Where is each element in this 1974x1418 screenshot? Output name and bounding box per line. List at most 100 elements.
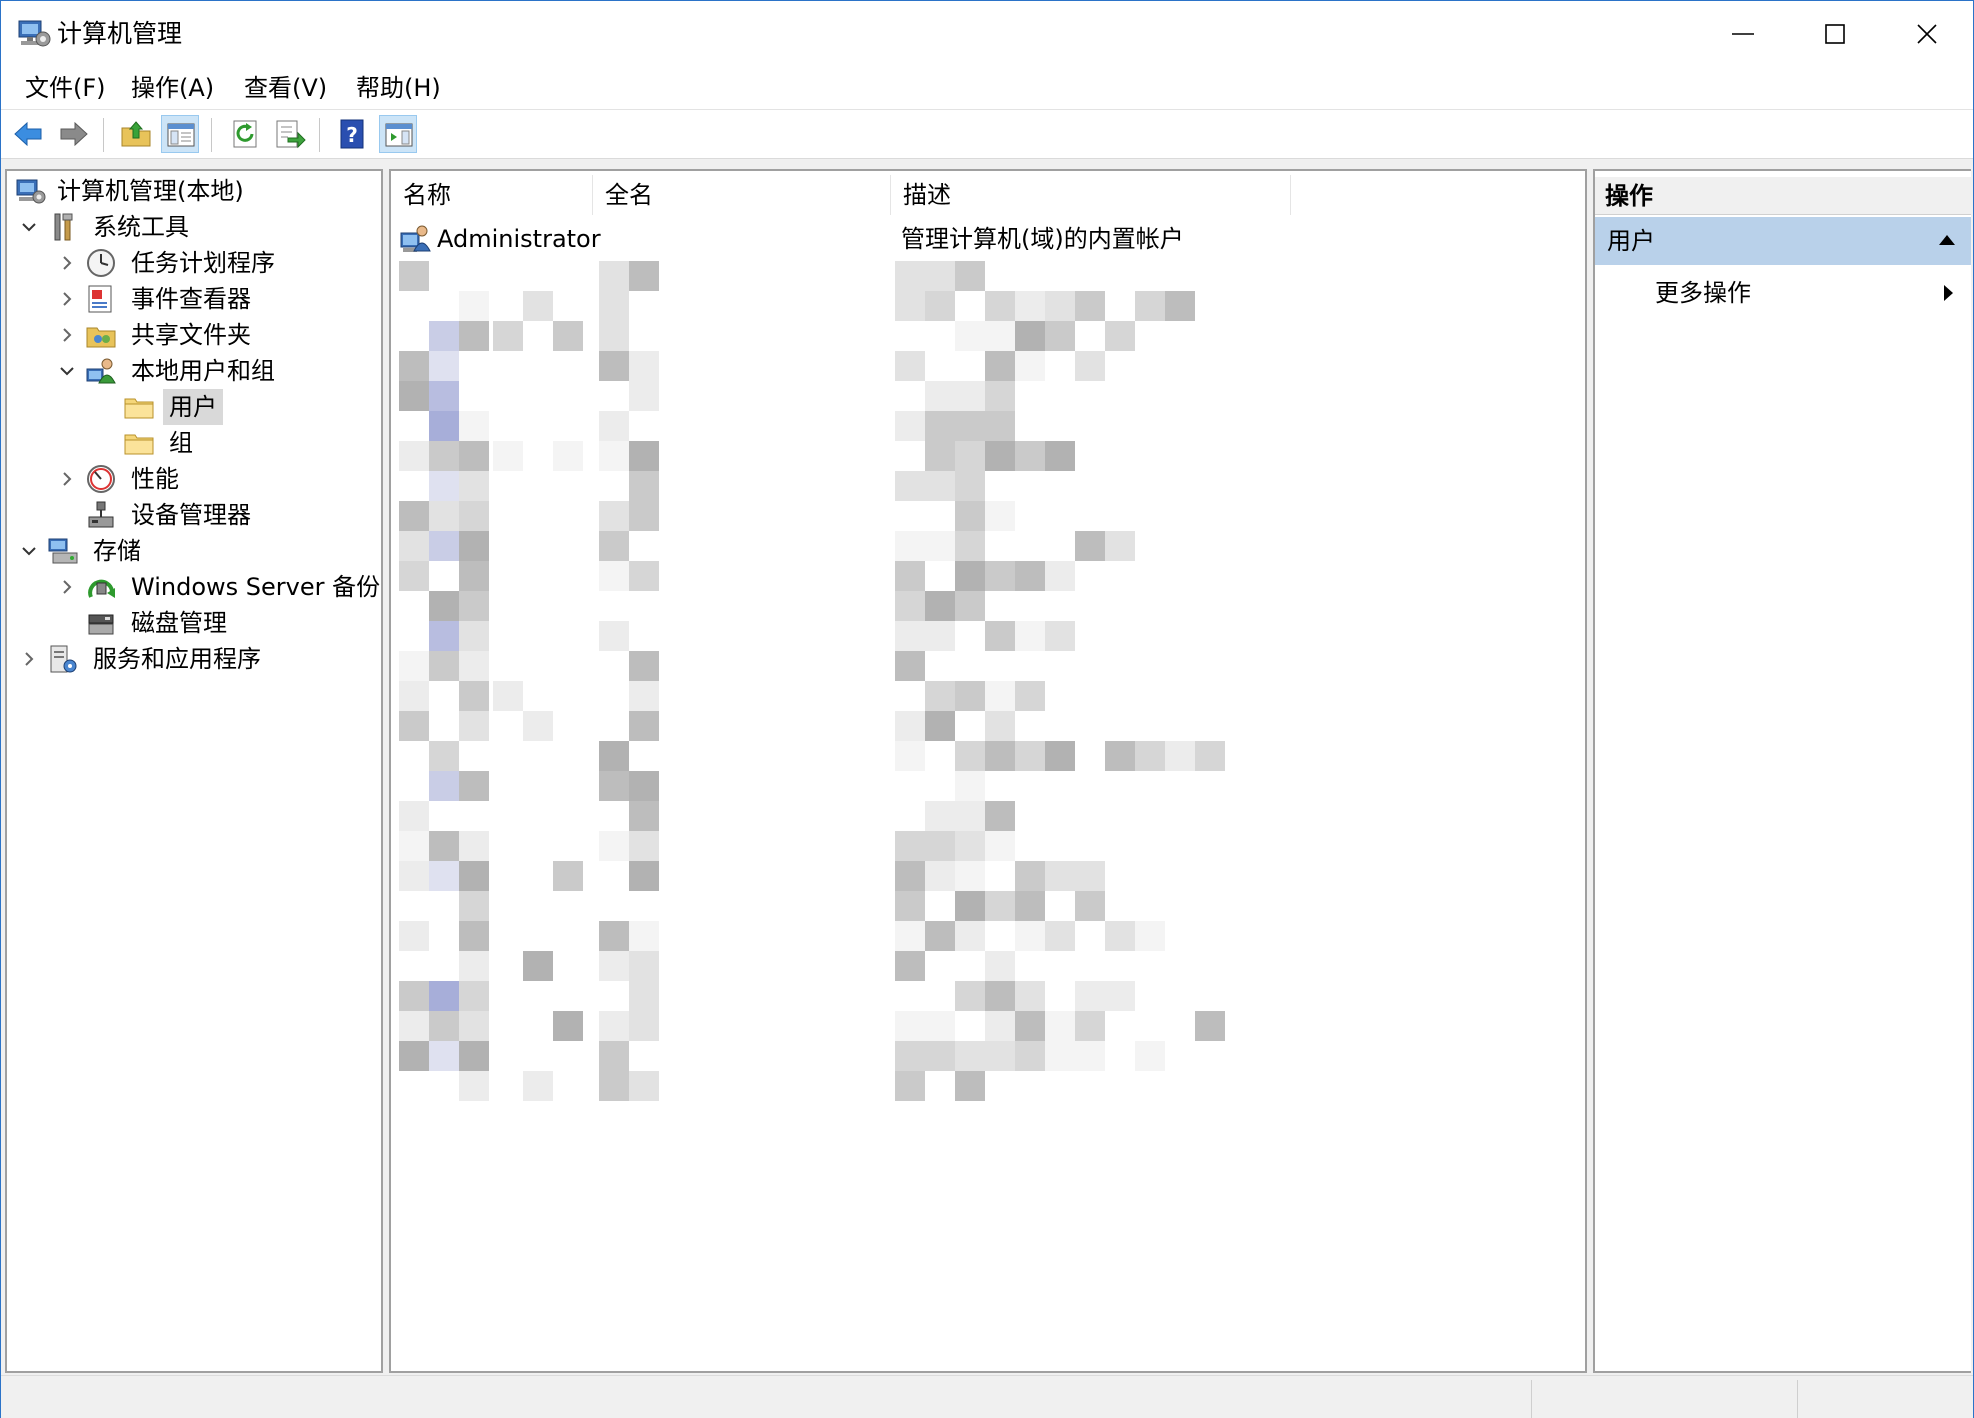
menu-file[interactable]: 文件(F)	[21, 71, 110, 105]
more-actions-item[interactable]: 更多操作	[1595, 271, 1971, 315]
show-hide-console-tree-button[interactable]	[161, 115, 199, 153]
redaction-block	[399, 651, 429, 681]
help-button[interactable]: ?	[333, 115, 371, 153]
redaction-block	[459, 441, 489, 471]
redaction-block	[459, 1011, 489, 1041]
close-button[interactable]	[1881, 1, 1973, 67]
redaction-block	[895, 1041, 925, 1071]
redaction-block	[1075, 981, 1105, 1011]
actions-section-users[interactable]: 用户	[1595, 217, 1971, 265]
collapsed-chevron-icon[interactable]	[55, 461, 79, 497]
redaction-block	[895, 921, 925, 951]
toolbar: ?	[1, 110, 1973, 159]
redaction-block	[429, 411, 459, 441]
action-pane: 操作 用户 更多操作	[1593, 169, 1971, 1373]
refresh-button[interactable]	[227, 115, 265, 153]
expand-chevron-icon[interactable]	[55, 353, 79, 389]
redaction-block	[985, 801, 1015, 831]
redaction-block	[1165, 291, 1195, 321]
redaction-block	[599, 531, 629, 561]
collapsed-chevron-icon[interactable]	[55, 569, 79, 605]
redaction-block	[429, 471, 459, 501]
show-hide-console-tree-icon	[167, 123, 195, 147]
redaction-block	[1045, 441, 1075, 471]
redaction-block	[1045, 741, 1075, 771]
redaction-block	[459, 951, 489, 981]
redaction-block	[629, 1071, 659, 1101]
redaction-block	[1075, 1041, 1105, 1071]
redaction-block	[399, 351, 429, 381]
redaction-block	[553, 1011, 583, 1041]
redaction-block	[459, 621, 489, 651]
redaction-block	[629, 801, 659, 831]
status-bar	[1, 1375, 1973, 1418]
redaction-block	[599, 1071, 629, 1101]
menu-help[interactable]: 帮助(H)	[352, 71, 445, 105]
actions-section-label: 用户	[1607, 227, 1655, 255]
minimize-button[interactable]	[1697, 1, 1789, 67]
title-bar[interactable]: 计算机管理	[1, 1, 1973, 67]
user-icon	[399, 223, 431, 255]
menu-action[interactable]: 操作(A)	[127, 71, 218, 105]
redaction-block	[429, 861, 459, 891]
redaction-block	[925, 921, 955, 951]
redaction-block	[399, 381, 429, 411]
redaction-block	[1015, 1041, 1045, 1071]
menu-view[interactable]: 查看(V)	[240, 71, 331, 105]
redaction-block	[429, 591, 459, 621]
submenu-arrow-icon	[1944, 285, 1953, 301]
collapsed-chevron-icon[interactable]	[55, 281, 79, 317]
redaction-block	[1045, 621, 1075, 651]
minimize-icon	[1732, 33, 1754, 35]
performance-icon	[85, 463, 117, 495]
export-list-button[interactable]	[271, 115, 309, 153]
back-button[interactable]	[9, 115, 47, 153]
redaction-block	[985, 891, 1015, 921]
redaction-block	[599, 1041, 629, 1071]
up-folder-button[interactable]	[117, 115, 155, 153]
table-row[interactable]: Administrator 管理计算机(域)的内置帐户	[391, 221, 1581, 257]
tree-label: 本地用户和组	[131, 357, 275, 385]
redaction-block	[985, 321, 1015, 351]
redaction-block	[955, 831, 985, 861]
redaction-block	[399, 1011, 429, 1041]
redaction-block	[429, 351, 459, 381]
tree-label: 性能	[131, 465, 179, 493]
expand-chevron-icon[interactable]	[17, 533, 41, 569]
redaction-block	[925, 441, 955, 471]
collapsed-chevron-icon[interactable]	[55, 317, 79, 353]
maximize-button[interactable]	[1789, 1, 1881, 67]
redaction-block	[599, 951, 629, 981]
redaction-block	[459, 981, 489, 1011]
redaction-block	[459, 591, 489, 621]
redaction-block	[1015, 351, 1045, 381]
redaction-block	[459, 891, 489, 921]
redaction-block	[1075, 531, 1105, 561]
redaction-block	[925, 1011, 955, 1041]
collapse-triangle-icon[interactable]	[1939, 235, 1955, 245]
redaction-block	[1105, 921, 1135, 951]
expand-chevron-icon[interactable]	[17, 209, 41, 245]
redaction-block	[955, 501, 985, 531]
redaction-block	[895, 741, 925, 771]
collapsed-chevron-icon[interactable]	[55, 245, 79, 281]
redaction-block	[955, 891, 985, 921]
tree-label: 服务和应用程序	[93, 645, 261, 673]
tree-label: 共享文件夹	[131, 321, 251, 349]
redaction-block	[429, 981, 459, 1011]
console-tree-pane[interactable]: 计算机管理(本地) 系统工具 任务计划程序 事件查看器 共享文件夹 本地用户和组…	[5, 169, 383, 1373]
column-header-name[interactable]: 名称	[391, 175, 593, 215]
column-header-full-name[interactable]: 全名	[593, 175, 891, 215]
show-hide-action-pane-button[interactable]	[379, 115, 417, 153]
redaction-block	[955, 771, 985, 801]
forward-button[interactable]	[55, 115, 93, 153]
collapsed-chevron-icon[interactable]	[17, 641, 41, 677]
local-users-groups-icon	[85, 355, 117, 387]
redaction-block	[1135, 921, 1165, 951]
redaction-block	[985, 711, 1015, 741]
redaction-block	[985, 681, 1015, 711]
column-header-description[interactable]: 描述	[891, 175, 1291, 215]
redaction-block	[895, 261, 925, 291]
details-list-pane[interactable]: 名称 全名 描述 Administrator 管理计算机(域)的内置帐户	[389, 169, 1587, 1373]
redaction-block	[429, 441, 459, 471]
